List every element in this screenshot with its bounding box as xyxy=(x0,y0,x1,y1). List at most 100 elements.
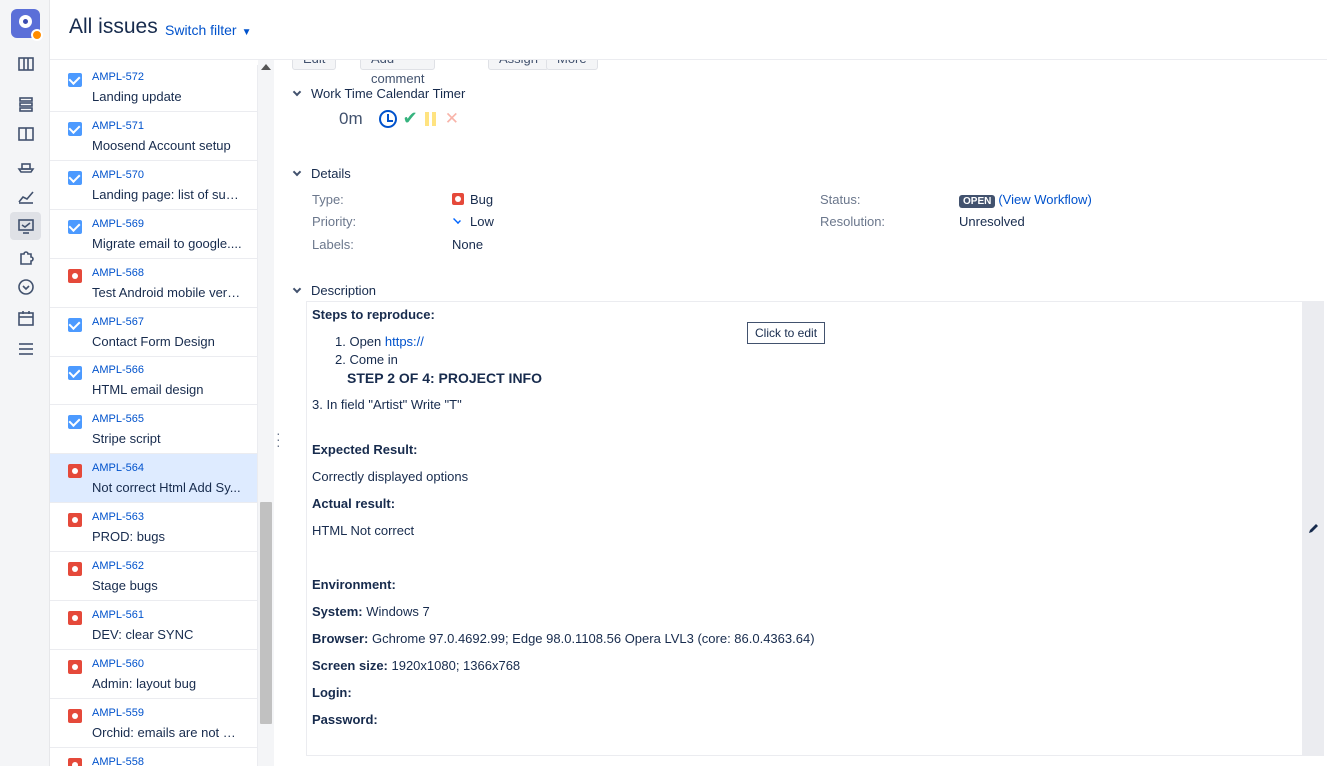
board-icon[interactable] xyxy=(10,50,41,78)
clock-icon[interactable] xyxy=(378,109,397,128)
issues-icon[interactable] xyxy=(10,212,41,240)
issue-key[interactable]: AMPL-561 xyxy=(92,609,144,621)
issue-list-item[interactable]: AMPL-566 HTML email design xyxy=(50,356,257,406)
clock-icon[interactable] xyxy=(10,273,41,301)
issue-summary: Orchid: emails are not se... xyxy=(92,724,242,740)
browser-line: Browser: Gchrome 97.0.4692.99; Edge 98.0… xyxy=(312,631,815,646)
issue-key[interactable]: AMPL-570 xyxy=(92,169,144,181)
issue-list-item[interactable]: AMPL-564 Not correct Html Add Sy... xyxy=(50,454,257,504)
edit-column[interactable] xyxy=(1302,302,1324,755)
issue-summary: Test Android mobile vers... xyxy=(92,284,242,300)
step-1-link[interactable]: https:// xyxy=(385,334,424,349)
issue-summary: Stripe script xyxy=(92,431,161,447)
columns-icon[interactable] xyxy=(10,120,41,148)
issue-list-item[interactable]: AMPL-568 Test Android mobile vers... xyxy=(50,259,257,308)
description-editable[interactable]: Click to edit Steps to reproduce: 1. Ope… xyxy=(306,301,1324,756)
issue-list: AMPL-572 Landing update AMPL-571 Moosend Ac… xyxy=(50,65,258,766)
issue-key[interactable]: AMPL-565 xyxy=(92,413,144,425)
steps-heading: Steps to reproduce: xyxy=(312,307,435,322)
view-workflow-link[interactable]: (View Workflow) xyxy=(998,192,1091,207)
issue-key[interactable]: AMPL-563 xyxy=(92,511,144,523)
issue-list-item[interactable]: AMPL-569 Migrate email to google.... xyxy=(50,210,257,259)
pause-icon[interactable] xyxy=(424,111,438,126)
status-badge: OPEN xyxy=(959,195,996,208)
issue-summary: PROD: bugs xyxy=(92,529,165,545)
list-scrollbar[interactable] xyxy=(258,60,274,766)
bug-icon xyxy=(68,464,82,479)
bug-icon xyxy=(68,562,82,576)
priority-value: Low xyxy=(452,214,494,229)
more-button[interactable]: More xyxy=(546,60,598,70)
login-line: Login: xyxy=(312,685,352,700)
backlog-icon[interactable] xyxy=(10,90,41,118)
bug-icon xyxy=(68,757,82,766)
expected-heading: Expected Result: xyxy=(312,442,418,457)
issue-list-item[interactable]: AMPL-572 Landing update xyxy=(50,65,257,112)
check-icon[interactable]: ✔ xyxy=(403,108,418,129)
click-to-edit-tooltip: Click to edit xyxy=(747,322,826,344)
issue-list-item[interactable]: AMPL-570 Landing page: list of sub... xyxy=(50,161,257,210)
issue-list-item[interactable]: AMPL-562 Stage bugs xyxy=(50,552,257,601)
chevron-down-icon xyxy=(292,284,304,296)
issue-list-item[interactable]: AMPL-558 xyxy=(50,748,257,766)
issue-key[interactable]: AMPL-566 xyxy=(92,364,144,376)
issue-key[interactable]: AMPL-569 xyxy=(92,218,144,230)
issue-list-item[interactable]: AMPL-561 DEV: clear SYNC xyxy=(50,601,257,650)
details-section-toggle[interactable]: Details xyxy=(292,166,351,181)
issue-detail: Edit Add comment Assign More Work Time C… xyxy=(292,60,1327,766)
bug-icon xyxy=(68,513,82,528)
issue-list-item[interactable]: AMPL-565 Stripe script xyxy=(50,405,257,455)
calendar-icon[interactable] xyxy=(10,304,41,332)
bug-icon xyxy=(68,610,82,625)
issue-key[interactable]: AMPL-558 xyxy=(92,756,144,766)
list-icon[interactable] xyxy=(10,335,41,363)
timer-value: 0m xyxy=(339,108,363,128)
issue-key[interactable]: AMPL-559 xyxy=(92,707,144,719)
chevron-down-icon xyxy=(292,167,304,179)
task-checkbox-icon xyxy=(68,73,82,87)
scroll-up-icon[interactable] xyxy=(261,64,271,70)
labels-label: Labels: xyxy=(312,237,354,252)
priority-low-icon xyxy=(453,216,461,224)
issue-list-item[interactable]: AMPL-563 PROD: bugs xyxy=(50,503,257,553)
issue-key[interactable]: AMPL-560 xyxy=(92,658,144,670)
add-comment-button[interactable]: Add comment xyxy=(360,60,436,86)
reports-icon[interactable] xyxy=(10,182,41,210)
issue-list-item[interactable]: AMPL-567 Contact Form Design xyxy=(50,308,257,357)
edit-button[interactable]: Edit xyxy=(292,60,337,70)
expected-text: Correctly displayed options xyxy=(312,469,469,484)
issue-list-item[interactable]: AMPL-559 Orchid: emails are not se... xyxy=(50,699,257,748)
timer-section-toggle[interactable]: Work Time Calendar Timer xyxy=(292,86,465,101)
issue-summary: Landing update xyxy=(92,89,182,104)
bug-icon xyxy=(68,708,82,723)
issue-key[interactable]: AMPL-571 xyxy=(92,120,144,132)
assign-button[interactable]: Assign xyxy=(488,60,550,70)
issue-key[interactable]: AMPL-562 xyxy=(92,560,144,572)
issue-summary: HTML email design xyxy=(92,382,204,398)
issue-list-item[interactable]: AMPL-560 Admin: layout bug xyxy=(50,650,257,699)
switch-filter-button[interactable]: Switch filter ▼ xyxy=(165,22,251,38)
description-section-toggle[interactable]: Description xyxy=(292,283,376,298)
step-1: 1. Open https:// xyxy=(335,334,424,349)
task-checkbox-icon xyxy=(68,317,82,332)
step-2: 2. Come in xyxy=(335,352,398,367)
issue-list-item[interactable]: AMPL-571 Moosend Account setup xyxy=(50,112,257,161)
bug-icon xyxy=(452,193,464,205)
resolution-value: Unresolved xyxy=(959,214,1025,229)
close-icon[interactable]: ✕ xyxy=(445,109,459,129)
task-checkbox-icon xyxy=(68,219,82,234)
issue-key[interactable]: AMPL-572 xyxy=(92,71,144,83)
drag-handle-icon[interactable]: · · · xyxy=(276,426,282,452)
pencil-icon[interactable] xyxy=(1308,522,1320,534)
issue-key[interactable]: AMPL-568 xyxy=(92,267,144,279)
page-header: All issues Switch filter ▼ xyxy=(50,0,1327,60)
addons-icon[interactable] xyxy=(10,243,41,271)
scrollbar-thumb[interactable] xyxy=(260,502,272,724)
priority-label: Priority: xyxy=(312,214,357,229)
chevron-down-icon xyxy=(292,87,304,99)
ship-icon[interactable] xyxy=(10,151,41,179)
app-logo-icon[interactable] xyxy=(11,9,43,41)
issue-key[interactable]: AMPL-564 xyxy=(92,462,144,474)
actual-heading: Actual result: xyxy=(312,496,396,511)
issue-key[interactable]: AMPL-567 xyxy=(92,316,144,328)
